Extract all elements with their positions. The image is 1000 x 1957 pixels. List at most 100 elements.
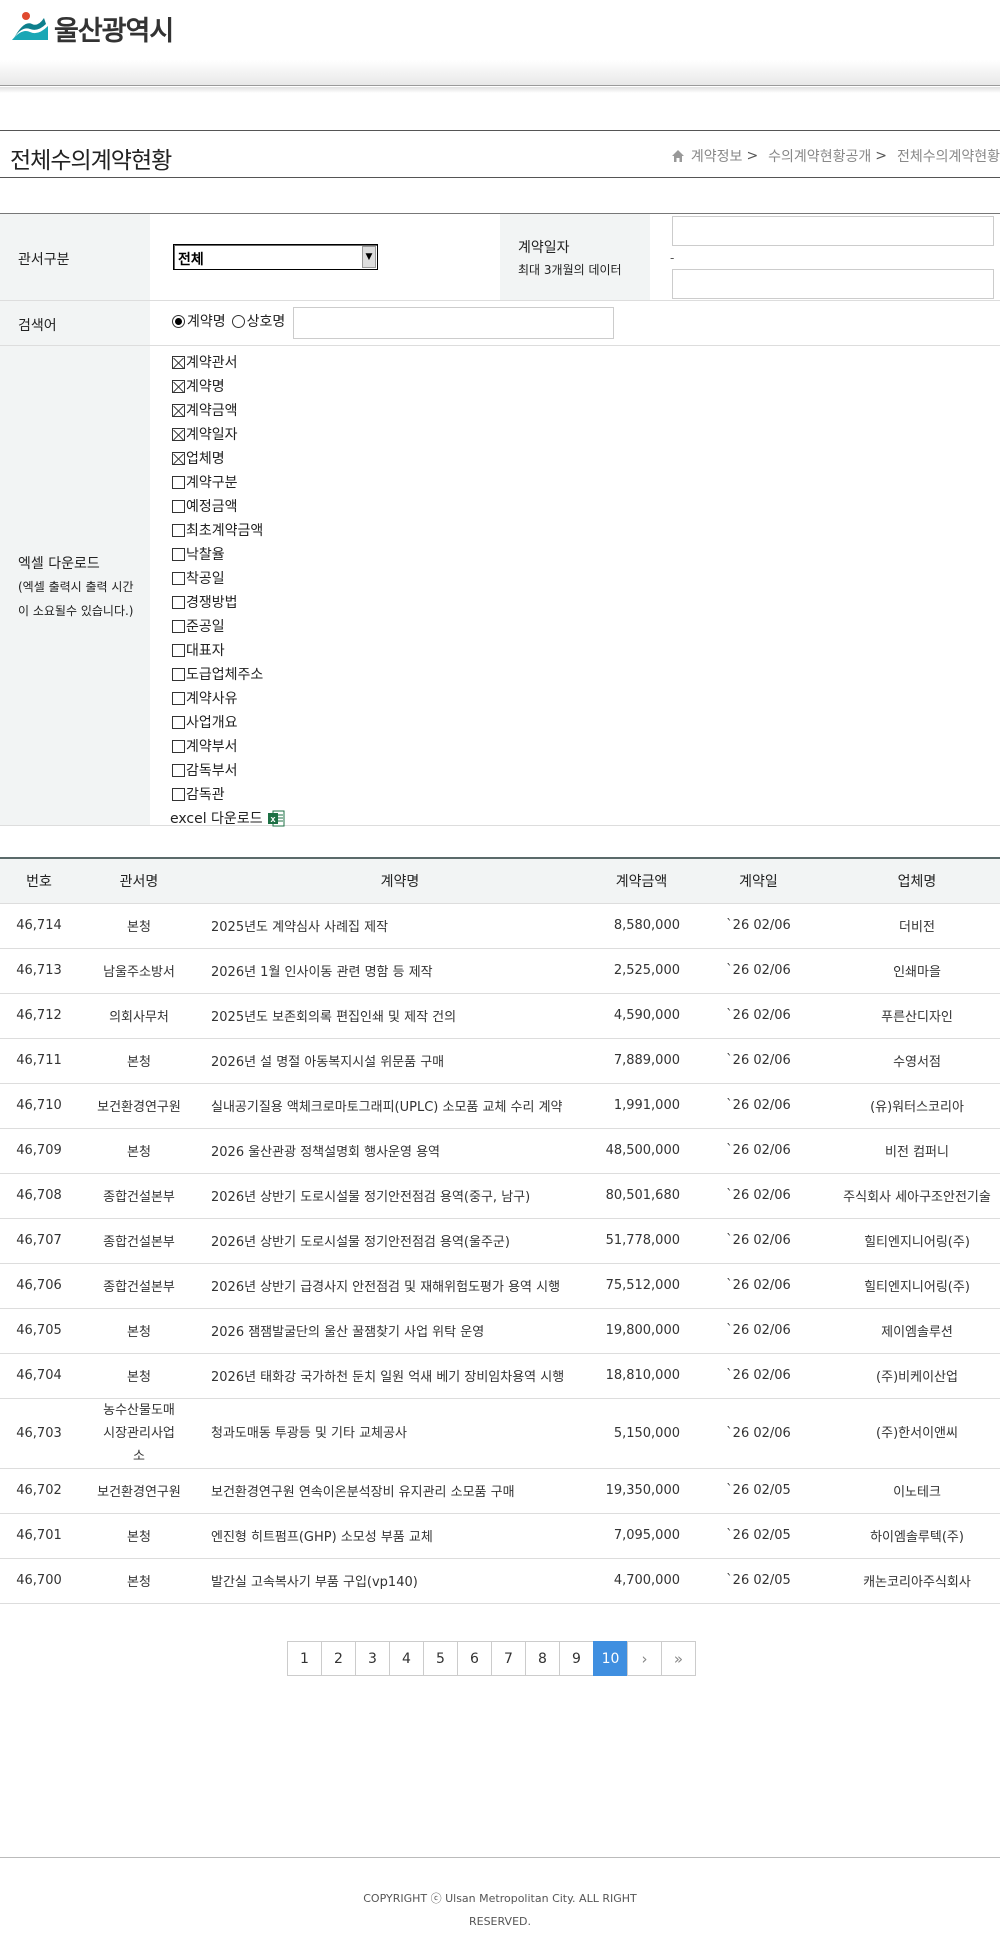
breadcrumb-item[interactable]: 전체수의계약현황 [897, 146, 1000, 166]
cell-contract-name[interactable]: 2026년 상반기 도로시설물 정기안전점검 용역(울주군) [200, 1218, 600, 1264]
checkbox-label[interactable]: 감독관 [186, 784, 225, 804]
table-row[interactable]: 46,701 본청 엔진형 히트펌프(GHP) 소모성 부품 교체 7,095,000… [0, 1513, 1000, 1559]
checkbox[interactable] [172, 739, 185, 753]
checkbox[interactable] [172, 427, 185, 441]
checkbox[interactable] [172, 667, 185, 681]
cell-contract-name[interactable]: 2026년 태화강 국가하천 둔치 일원 억새 베기 장비임차용역 시행 [200, 1353, 600, 1399]
table-row[interactable]: 46,709 본청 2026 울산관광 정책설명회 행사운영 용역 48,500,00… [0, 1128, 1000, 1174]
checkbox-label[interactable]: 계약명 [186, 376, 225, 396]
checkbox-label[interactable]: 낙찰율 [186, 544, 225, 564]
checkbox-label[interactable]: 계약부서 [186, 736, 238, 756]
page-link[interactable]: 9 [559, 1641, 594, 1676]
cell-contract-name[interactable]: 2026년 상반기 도로시설물 정기안전점검 용역(중구, 남구) [200, 1173, 600, 1219]
checkbox-label[interactable]: 예정금액 [186, 496, 238, 516]
page-link[interactable]: 3 [355, 1641, 390, 1676]
table-row[interactable]: 46,700 본청 발간실 고속복사기 부품 구입(vp140) 4,700,000 `… [0, 1558, 1000, 1604]
excel-icon[interactable]: x [267, 810, 285, 827]
keyword-input[interactable] [293, 307, 614, 339]
table-row[interactable]: 46,707 종합건설본부 2026년 상반기 도로시설물 정기안전점검 용역(울주… [0, 1218, 1000, 1264]
checkbox-label[interactable]: 사업개요 [186, 712, 238, 732]
checkbox[interactable] [172, 691, 185, 705]
checkbox-label[interactable]: 계약관서 [186, 352, 238, 372]
excel-column-option[interactable]: 준공일 [172, 614, 285, 638]
date-end-input[interactable] [672, 269, 994, 299]
checkbox[interactable] [172, 571, 185, 585]
excel-column-option[interactable]: 계약부서 [172, 734, 285, 758]
excel-column-option[interactable]: 최초계약금액 [172, 518, 285, 542]
checkbox-label[interactable]: 도급업체주소 [186, 664, 263, 684]
excel-column-option[interactable]: 계약관서 [172, 350, 285, 374]
excel-download-link[interactable]: excel 다운로드 x [170, 806, 285, 830]
page-link[interactable]: 6 [457, 1641, 492, 1676]
excel-column-option[interactable]: 업체명 [172, 446, 285, 470]
date-start-input[interactable] [672, 216, 994, 246]
excel-column-option[interactable]: 계약일자 [172, 422, 285, 446]
breadcrumb-item[interactable]: 수의계약현황공개 [768, 146, 871, 166]
cell-contract-name[interactable]: 2026 울산관광 정책설명회 행사운영 용역 [200, 1128, 600, 1174]
checkbox[interactable] [172, 499, 185, 513]
cell-contract-name[interactable]: 2025년도 보존회의록 편집인쇄 및 제작 건의 [200, 993, 600, 1039]
table-row[interactable]: 46,702 보건환경연구원 보건환경연구원 연속이온분석장비 유지관리 소모품 구… [0, 1468, 1000, 1514]
checkbox[interactable] [172, 595, 185, 609]
checkbox-label[interactable]: 계약사유 [186, 688, 238, 708]
checkbox-label[interactable]: 준공일 [186, 616, 225, 636]
office-select[interactable]: 전체 ▼ [173, 244, 378, 270]
home-icon[interactable] [671, 149, 685, 163]
checkbox[interactable] [172, 547, 185, 561]
col-header-office[interactable]: 관서명 [78, 859, 200, 904]
table-row[interactable]: 46,712 의회사무처 2025년도 보존회의록 편집인쇄 및 제작 건의 4,59… [0, 993, 1000, 1039]
page-link[interactable]: 10 [593, 1641, 628, 1676]
table-row[interactable]: 46,710 보건환경연구원 실내공기질용 액체크로마토그래피(UPLC) 소모품 … [0, 1083, 1000, 1129]
excel-column-option[interactable]: 계약금액 [172, 398, 285, 422]
cell-contract-name[interactable]: 엔진형 히트펌프(GHP) 소모성 부품 교체 [200, 1513, 600, 1559]
cell-contract-name[interactable]: 2026년 상반기 급경사지 안전점검 및 재해위험도평가 용역 시행 [200, 1263, 600, 1309]
page-link[interactable]: 5 [423, 1641, 458, 1676]
checkbox-label[interactable]: 경쟁방법 [186, 592, 238, 612]
col-header-amount[interactable]: 계약금액 [600, 859, 683, 904]
table-row[interactable]: 46,703 농수산물도매시장관리사업소 청과도매동 투광등 및 기타 교체공사 5,… [0, 1398, 1000, 1469]
checkbox[interactable] [172, 787, 185, 801]
page-link[interactable]: 4 [389, 1641, 424, 1676]
excel-column-option[interactable]: 계약사유 [172, 686, 285, 710]
checkbox[interactable] [172, 355, 185, 369]
checkbox[interactable] [172, 619, 185, 633]
page-link[interactable]: 8 [525, 1641, 560, 1676]
radio-company-label[interactable]: 상호명 [247, 311, 286, 331]
table-row[interactable]: 46,704 본청 2026년 태화강 국가하천 둔치 일원 억새 베기 장비임차용… [0, 1353, 1000, 1399]
checkbox-label[interactable]: 착공일 [186, 568, 225, 588]
excel-column-option[interactable]: 사업개요 [172, 710, 285, 734]
breadcrumb-item[interactable]: 계약정보 [691, 146, 743, 166]
checkbox-label[interactable]: 계약금액 [186, 400, 238, 420]
checkbox[interactable] [172, 523, 185, 537]
col-header-number[interactable]: 번호 [0, 859, 78, 904]
table-row[interactable]: 46,711 본청 2026년 설 명절 아동복지시설 위문품 구매 7,889,00… [0, 1038, 1000, 1084]
chevron-down-icon[interactable]: ▼ [362, 246, 376, 268]
col-header-date[interactable]: 계약일 [683, 859, 834, 904]
radio-company-name[interactable] [231, 314, 245, 328]
cell-contract-name[interactable]: 2026 잼잼발굴단의 울산 꿀잼찾기 사업 위탁 운영 [200, 1308, 600, 1354]
table-row[interactable]: 46,713 남울주소방서 2026년 1월 인사이동 관련 명함 등 제작 2,52… [0, 948, 1000, 994]
radio-contract-label[interactable]: 계약명 [187, 311, 226, 331]
col-header-contract[interactable]: 계약명 [200, 859, 600, 904]
excel-column-option[interactable]: 도급업체주소 [172, 662, 285, 686]
excel-column-option[interactable]: 경쟁방법 [172, 590, 285, 614]
cell-contract-name[interactable]: 청과도매동 투광등 및 기타 교체공사 [200, 1398, 600, 1469]
checkbox[interactable] [172, 475, 185, 489]
excel-column-option[interactable]: 대표자 [172, 638, 285, 662]
page-link[interactable]: 2 [321, 1641, 356, 1676]
table-row[interactable]: 46,705 본청 2026 잼잼발굴단의 울산 꿀잼찾기 사업 위탁 운영 19,8… [0, 1308, 1000, 1354]
excel-column-option[interactable]: 계약구분 [172, 470, 285, 494]
last-page-icon[interactable]: » [661, 1641, 696, 1676]
checkbox[interactable] [172, 379, 185, 393]
cell-contract-name[interactable]: 실내공기질용 액체크로마토그래피(UPLC) 소모품 교체 수리 계약 [200, 1083, 600, 1129]
cell-contract-name[interactable]: 발간실 고속복사기 부품 구입(vp140) [200, 1558, 600, 1604]
cell-contract-name[interactable]: 2026년 설 명절 아동복지시설 위문품 구매 [200, 1038, 600, 1084]
checkbox[interactable] [172, 451, 185, 465]
excel-column-option[interactable]: 낙찰율 [172, 542, 285, 566]
excel-column-option[interactable]: 착공일 [172, 566, 285, 590]
excel-column-option[interactable]: 계약명 [172, 374, 285, 398]
checkbox-label[interactable]: 최초계약금액 [186, 520, 263, 540]
checkbox[interactable] [172, 643, 185, 657]
cell-contract-name[interactable]: 보건환경연구원 연속이온분석장비 유지관리 소모품 구매 [200, 1468, 600, 1514]
table-row[interactable]: 46,708 종합건설본부 2026년 상반기 도로시설물 정기안전점검 용역(중구… [0, 1173, 1000, 1219]
